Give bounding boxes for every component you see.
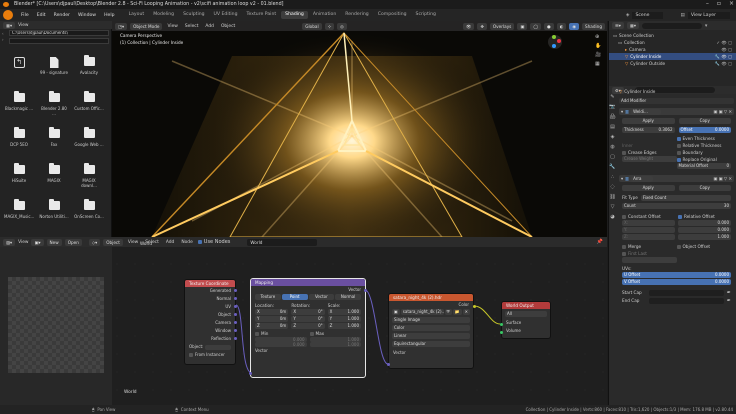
world-output-node[interactable]: World Output All Surface Volume xyxy=(501,301,551,339)
object-picker-field[interactable] xyxy=(205,344,231,350)
open-image-icon[interactable]: 📁 xyxy=(452,309,462,315)
scale-col: Scale: X 1.000 Y 1.000 Z 1.000 xyxy=(327,302,361,329)
status-pan-view: Pan View xyxy=(97,407,116,412)
socket[interactable] xyxy=(387,363,390,366)
colorspace-dropdown[interactable]: Color xyxy=(392,325,470,331)
socket[interactable] xyxy=(500,331,503,334)
image-name-field[interactable]: satara_night_4k (2)... xyxy=(400,309,444,315)
target-dropdown[interactable]: All xyxy=(505,311,547,317)
envtex-output-color[interactable]: Color xyxy=(389,301,473,309)
status-scene-stats: Collection | Cylinder Inside | Verts:860… xyxy=(525,407,733,412)
scale-label: Scale: xyxy=(327,303,341,308)
from-instancer-checkbox[interactable]: From Instancer xyxy=(185,351,235,359)
type-texture[interactable]: Texture xyxy=(255,294,281,300)
node-header: Texture Coordinate xyxy=(185,280,235,287)
checkbox-icon xyxy=(255,332,259,336)
socket[interactable] xyxy=(249,372,252,375)
source-dropdown[interactable]: Single Image xyxy=(392,317,470,323)
output-uv[interactable]: UV xyxy=(185,303,235,311)
object-field-row: Object: xyxy=(185,343,235,351)
location-x[interactable]: X 0m xyxy=(255,309,289,315)
max-checkbox[interactable]: Max xyxy=(309,330,362,337)
scale-x[interactable]: X 1.000 xyxy=(327,309,361,315)
location-col: Location: X 0m Y 0m Z 0m xyxy=(255,302,289,329)
output-normal[interactable]: Normal xyxy=(185,295,235,303)
mapping-input-vector[interactable]: Vector xyxy=(251,347,365,355)
min-col: Min 0.000 0.000 xyxy=(255,330,307,347)
min-checkbox[interactable]: Min xyxy=(255,330,307,337)
scale-z[interactable]: Z 1.000 xyxy=(327,323,361,329)
mouse-pan-icon: 🖱 xyxy=(92,407,95,412)
type-normal[interactable]: Normal xyxy=(335,294,361,300)
socket[interactable] xyxy=(234,305,237,308)
rotation-label: Rotation: xyxy=(291,303,311,308)
status-context-menu: Context Menu xyxy=(180,407,209,412)
transform-columns: Location: X 0m Y 0m Z 0m Rotation: X 0° Y 0° … xyxy=(251,302,365,329)
rotation-col: Rotation: X 0° Y 0° Z 0° xyxy=(291,302,325,329)
envtex-input-vector[interactable]: Vector xyxy=(389,349,473,357)
projection-dropdown[interactable]: Equirectangular xyxy=(392,341,470,347)
texture-coordinate-node[interactable]: Texture Coordinate Generated Normal UV O… xyxy=(184,279,236,365)
location-label: Location: xyxy=(255,303,275,308)
output-object[interactable]: Object xyxy=(185,311,235,319)
type-point[interactable]: Point xyxy=(281,294,308,300)
socket[interactable] xyxy=(234,329,237,332)
checkbox-icon xyxy=(189,353,193,357)
input-volume[interactable]: Volume xyxy=(502,327,550,335)
fake-user-icon[interactable]: ⛨ xyxy=(444,309,452,315)
socket[interactable] xyxy=(500,323,503,326)
checkbox-icon xyxy=(309,332,314,336)
rotation-x[interactable]: X 0° xyxy=(291,309,325,315)
image-datablock-row: ▣ satara_night_4k (2)... ⛨ 📁 ✕ xyxy=(389,309,473,315)
node-header: satara_night_4k (2).hdr xyxy=(389,294,473,301)
interpolation-dropdown[interactable]: Linear xyxy=(392,333,470,339)
socket[interactable] xyxy=(234,297,237,300)
socket[interactable] xyxy=(234,321,237,324)
texcoord-sockets xyxy=(234,289,238,349)
type-vector[interactable]: Vector xyxy=(308,294,335,300)
min-max-row: Min 0.000 0.000 Max 1.000 1.000 xyxy=(251,329,365,347)
node-header: Mapping xyxy=(251,279,365,286)
output-window[interactable]: Window xyxy=(185,327,235,335)
unlink-icon[interactable]: ✕ xyxy=(462,309,470,315)
socket[interactable] xyxy=(234,337,237,340)
socket[interactable] xyxy=(473,305,476,308)
socket[interactable] xyxy=(364,289,367,292)
rotation-z[interactable]: Z 0° xyxy=(291,323,325,329)
node-links xyxy=(235,289,501,374)
node-header: World Output xyxy=(502,302,550,309)
output-reflection[interactable]: Reflection xyxy=(185,335,235,343)
output-camera[interactable]: Camera xyxy=(185,319,235,327)
location-y[interactable]: Y 0m xyxy=(255,316,289,322)
rotation-y[interactable]: Y 0° xyxy=(291,316,325,322)
image-browse-icon[interactable]: ▣ xyxy=(392,309,400,315)
mouse-context-icon: 🖱 xyxy=(175,407,178,412)
scale-y[interactable]: Y 1.000 xyxy=(327,316,361,322)
socket[interactable] xyxy=(234,289,237,292)
output-generated[interactable]: Generated xyxy=(185,287,235,295)
mapping-type-row: Texture Point Vector Normal xyxy=(251,294,365,300)
status-bar: 🖱 Pan View 🖱 Context Menu Collection | C… xyxy=(0,405,736,414)
mapping-node[interactable]: Mapping Vector Texture Point Vector Norm… xyxy=(250,278,366,378)
mapping-output-vector[interactable]: Vector xyxy=(251,286,365,294)
location-z[interactable]: Z 0m xyxy=(255,323,289,329)
max-col: Max 1.000 1.000 xyxy=(309,330,362,347)
environment-texture-node[interactable]: satara_night_4k (2).hdr Color ▣ satara_n… xyxy=(388,293,474,369)
socket[interactable] xyxy=(234,313,237,316)
input-surface[interactable]: Surface xyxy=(502,319,550,327)
